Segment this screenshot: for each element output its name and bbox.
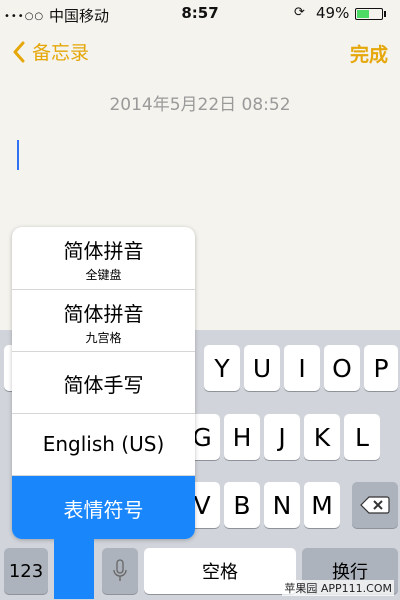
delete-icon	[360, 496, 390, 514]
key-b[interactable]: B	[224, 482, 260, 528]
back-button[interactable]: 备忘录	[12, 38, 89, 65]
menu-item-title: 简体拼音	[63, 239, 144, 263]
menu-item-subtitle: 九宫格	[85, 331, 122, 345]
battery-icon	[355, 8, 383, 20]
input-method-menu: 简体拼音 全键盘 简体拼音 九宫格 简体手写 English (US) 表情符号	[12, 227, 195, 539]
done-button[interactable]: 完成	[350, 40, 388, 67]
key-k[interactable]: K	[304, 414, 340, 460]
key-n[interactable]: N	[264, 482, 300, 528]
text-cursor[interactable]	[17, 140, 19, 170]
globe-key-selected[interactable]	[54, 535, 94, 599]
delete-button[interactable]	[352, 482, 398, 528]
battery-percent: 49%	[316, 4, 350, 22]
watermark: 苹果园 APP111.COM	[282, 580, 394, 596]
key-h[interactable]: H	[224, 414, 260, 460]
menu-item-pinyin-full[interactable]: 简体拼音 全键盘	[12, 227, 195, 290]
key-m[interactable]: M	[304, 482, 340, 528]
status-bar: •••○○ 中国移动 8:57 ⟳ 49%	[0, 0, 400, 28]
chevron-left-icon	[13, 41, 25, 62]
navigation-bar: 备忘录 完成	[0, 28, 400, 74]
menu-item-title: 表情符号	[63, 498, 144, 522]
note-date: 2014年5月22日 08:52	[109, 95, 291, 115]
key-l[interactable]: L	[344, 414, 380, 460]
numbers-key[interactable]: 123	[4, 548, 48, 594]
menu-item-title: English (US)	[42, 432, 165, 456]
battery-nub	[384, 11, 386, 17]
key-y[interactable]: Y	[204, 345, 240, 391]
key-o[interactable]: O	[324, 345, 360, 391]
space-key[interactable]: 空格	[144, 548, 296, 594]
menu-item-title: 简体手写	[63, 373, 144, 397]
microphone-icon	[113, 559, 127, 581]
key-j[interactable]: J	[264, 414, 300, 460]
menu-item-subtitle: 全键盘	[85, 268, 122, 282]
menu-item-handwriting[interactable]: 简体手写	[12, 352, 195, 414]
menu-item-title: 简体拼音	[63, 302, 144, 326]
dictation-button[interactable]	[102, 548, 138, 594]
menu-item-pinyin-9key[interactable]: 简体拼音 九宫格	[12, 290, 195, 352]
menu-item-emoji[interactable]: 表情符号	[12, 476, 195, 539]
orientation-lock-icon: ⟳	[294, 5, 305, 20]
battery-level	[357, 10, 369, 18]
back-button-label: 备忘录	[32, 42, 90, 64]
key-i[interactable]: I	[284, 345, 320, 391]
key-p[interactable]: P	[364, 345, 398, 391]
menu-item-english[interactable]: English (US)	[12, 414, 195, 476]
key-u[interactable]: U	[244, 345, 280, 391]
